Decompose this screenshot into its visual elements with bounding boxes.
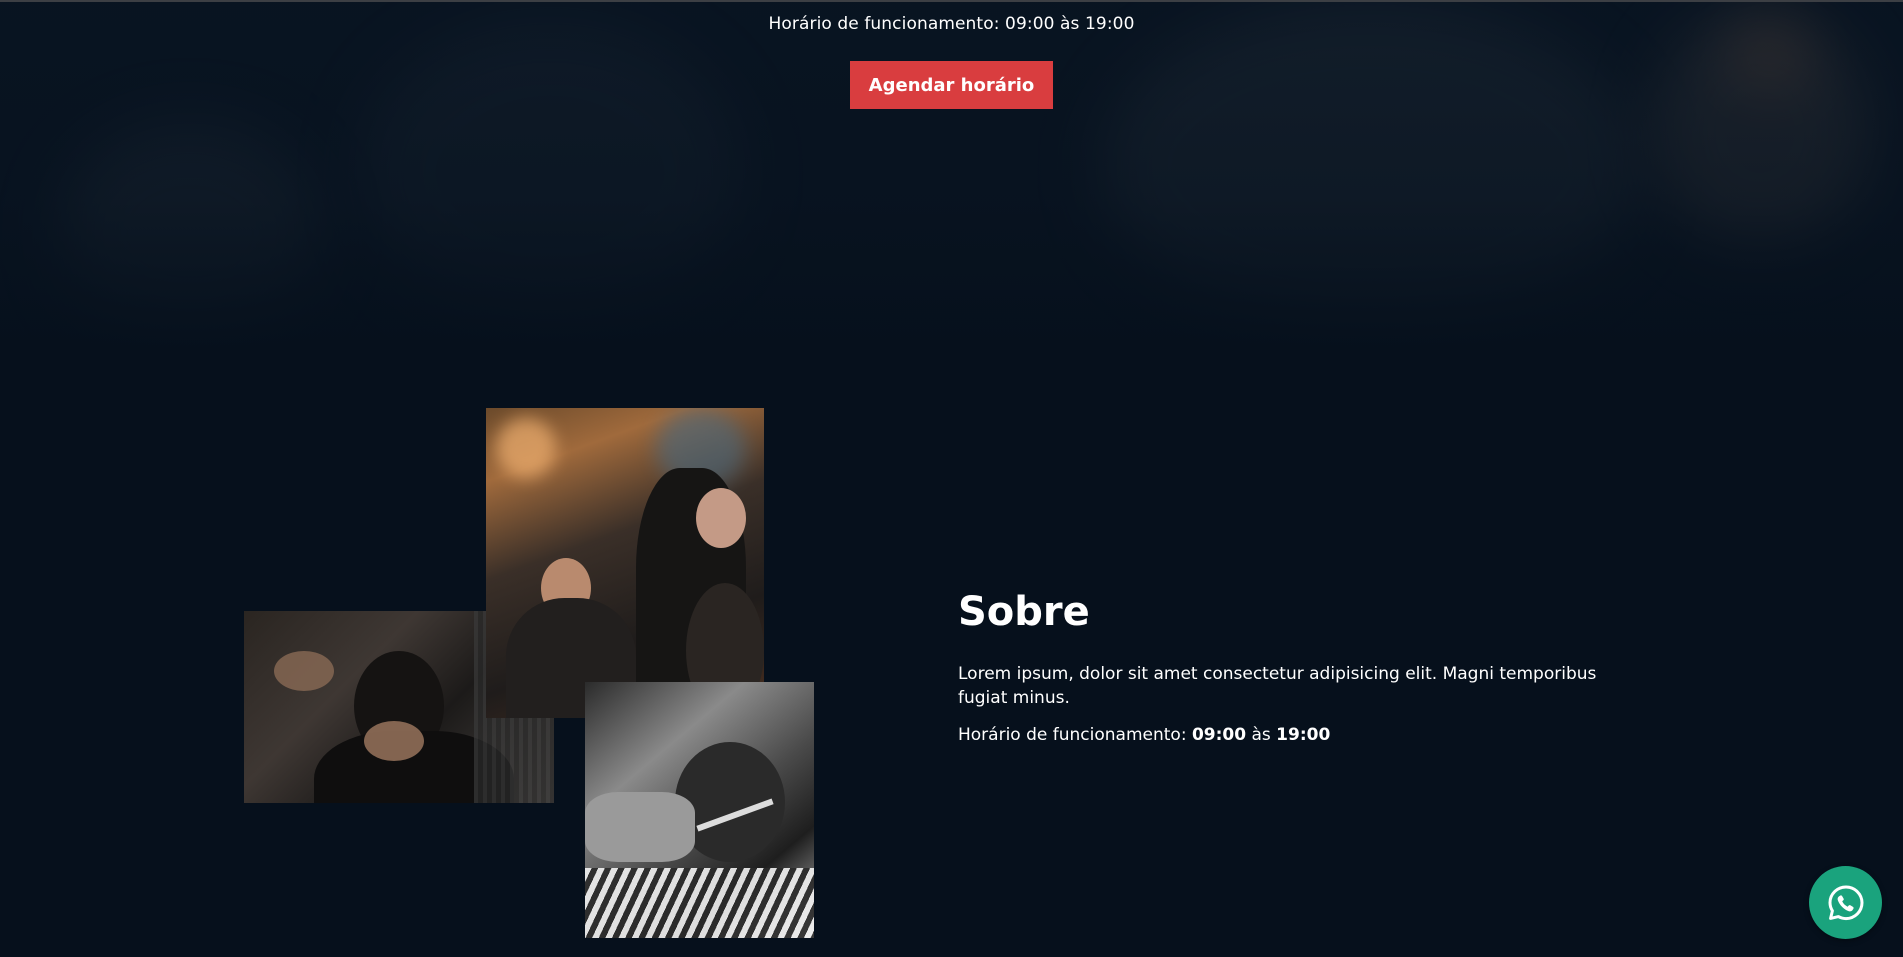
about-opening-hours: Horário de funcionamento: 09:00 às 19:00	[958, 723, 1330, 747]
barber-photo-beard-trim	[585, 682, 814, 938]
hours-separator: às	[1251, 725, 1271, 745]
hero-section: Horário de funcionamento: 09:00 às 19:00…	[0, 2, 1903, 362]
page: Horário de funcionamento: 09:00 às 19:00…	[0, 0, 1903, 957]
hero-overlay	[0, 2, 1903, 362]
about-description: Lorem ipsum, dolor sit amet consectetur …	[958, 664, 1597, 708]
hours-label: Horário de funcionamento:	[958, 725, 1187, 745]
whatsapp-icon	[1828, 885, 1863, 920]
hours-open: 09:00	[1191, 725, 1247, 745]
about-title: Sobre	[958, 589, 1090, 635]
hero-opening-hours: Horário de funcionamento: 09:00 às 19:00	[768, 14, 1135, 34]
hours-close: 19:00	[1276, 725, 1331, 745]
schedule-button[interactable]: Agendar horário	[850, 61, 1053, 109]
whatsapp-button[interactable]	[1809, 866, 1882, 939]
barber-photo-shop	[486, 408, 764, 718]
striped-cape	[585, 868, 814, 938]
